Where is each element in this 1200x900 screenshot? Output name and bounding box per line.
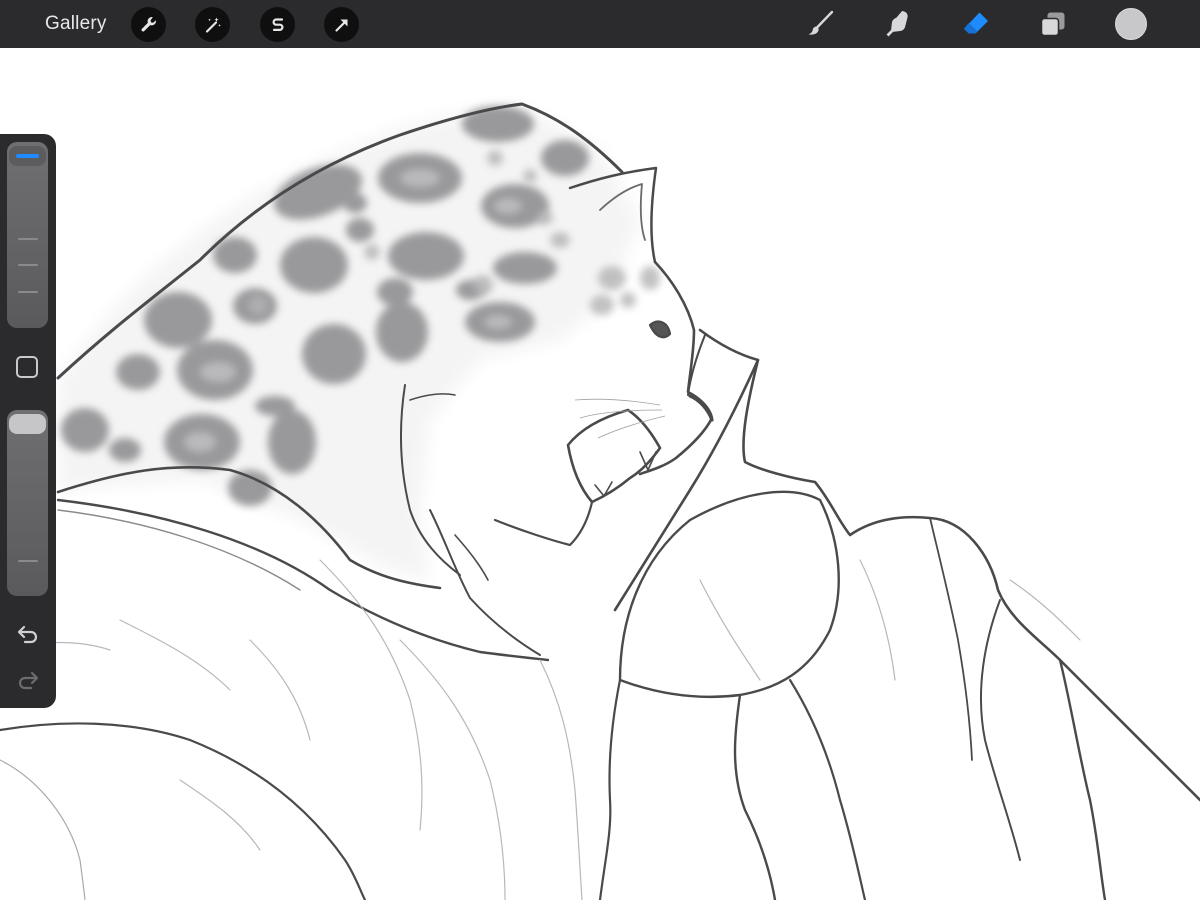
adjustments-button[interactable] — [195, 7, 230, 42]
transform-button[interactable] — [324, 7, 359, 42]
slider-tick — [18, 560, 38, 562]
wrench-icon — [141, 16, 156, 31]
modify-color-button[interactable] — [16, 356, 38, 378]
brush-sidebar — [0, 134, 56, 708]
brush-opacity-thumb[interactable] — [9, 414, 46, 434]
smudge-finger-icon — [886, 10, 908, 37]
actions-button[interactable] — [131, 7, 166, 42]
undo-button[interactable] — [14, 622, 42, 646]
brush-size-slider[interactable] — [7, 142, 48, 328]
layers-icon — [1040, 12, 1065, 37]
brush-opacity-slider[interactable] — [7, 410, 48, 596]
transform-arrow-icon — [334, 18, 348, 32]
layers-button[interactable] — [1037, 8, 1069, 40]
top-toolbar: Gallery — [0, 0, 1200, 48]
gallery-button[interactable]: Gallery — [45, 12, 107, 36]
redo-icon — [18, 671, 39, 690]
drawing-canvas[interactable] — [0, 48, 1200, 900]
brush-size-thumb[interactable] — [9, 146, 46, 166]
magic-wand-icon — [205, 17, 221, 33]
brush-tool-button[interactable] — [804, 8, 836, 40]
smudge-tool-button[interactable] — [882, 8, 914, 40]
eraser-icon — [964, 12, 988, 34]
undo-icon — [17, 625, 38, 644]
slider-tick — [18, 264, 38, 266]
redo-button[interactable] — [14, 668, 42, 692]
color-picker-button[interactable] — [1115, 8, 1147, 40]
brush-icon — [808, 10, 834, 35]
artwork-leopard-sketch — [0, 102, 1200, 900]
selection-button[interactable] — [260, 7, 295, 42]
procreate-app: Gallery — [0, 0, 1200, 900]
selection-s-icon — [272, 17, 283, 31]
slider-tick — [18, 238, 38, 240]
slider-tick — [18, 291, 38, 293]
eraser-tool-button[interactable] — [960, 8, 992, 40]
